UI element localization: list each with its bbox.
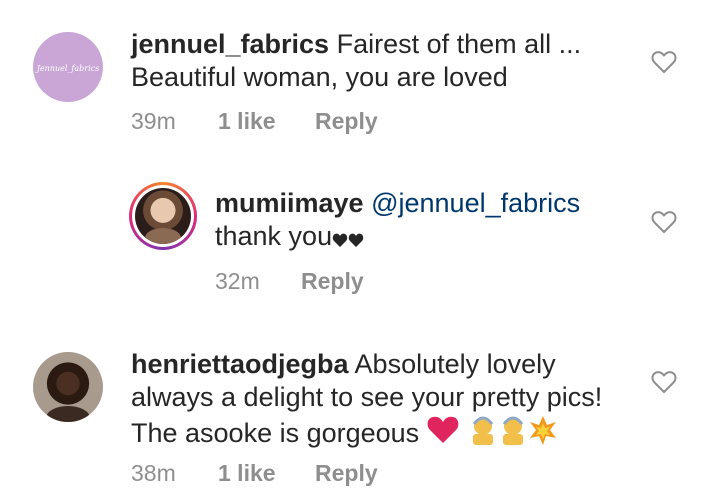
comment-meta: 38m 1 like Reply [131, 460, 431, 488]
avatar-photo-icon [46, 406, 90, 422]
avatar [135, 188, 191, 244]
comment-meta: 39m 1 like Reply [131, 108, 431, 136]
comment-henriettaodjegba: henriettaodjegba Absolutely lovely alway… [0, 330, 720, 501]
comment-body-line: always a delight to see your pretty pics… [131, 382, 603, 412]
avatar[interactable] [33, 352, 103, 422]
likes-count[interactable]: 1 like [218, 108, 276, 135]
mention-link[interactable]: @jennuel_fabrics [371, 188, 580, 218]
emoji-row-icon [427, 416, 556, 445]
avatar-photo-icon [145, 228, 181, 244]
comment-jennuel-fabrics: Jennuel_fabrics jennuel_fabrics Fairest … [0, 0, 720, 150]
red-heart-emoji-icon [427, 416, 459, 443]
comment-body-line: The asooke is gorgeous [131, 418, 420, 448]
comment-body-line: Beautiful woman, you are loved [131, 62, 508, 92]
reply-button[interactable]: Reply [315, 460, 378, 487]
avatar[interactable]: Jennuel_fabrics [33, 32, 103, 102]
svg-text:Jennuel_fabrics: Jennuel_fabrics [35, 64, 100, 73]
black-heart-emoji-icon [332, 233, 364, 247]
comment-body-line: Fairest of them all ... [336, 29, 582, 59]
comment-text: jennuel_fabrics Fairest of them all ... … [131, 28, 651, 94]
comment-time: 32m [215, 268, 260, 294]
comment-body-line: Absolutely lovely [354, 349, 556, 379]
reply-button[interactable]: Reply [315, 108, 378, 135]
reply-button[interactable]: Reply [301, 268, 364, 295]
comment-username[interactable]: henriettaodjegba [131, 349, 349, 379]
comment-text: henriettaodjegba Absolutely lovely alway… [131, 348, 651, 450]
heart-outline-icon[interactable] [651, 370, 677, 394]
heart-outline-icon[interactable] [651, 50, 677, 74]
story-ring[interactable] [129, 182, 197, 250]
comment-username[interactable]: mumiimaye [215, 188, 364, 218]
comment-body-line: thank you [215, 221, 333, 251]
comment-text: mumiimaye @jennuel_fabrics thank you [215, 187, 645, 253]
comment-mumiimaye: mumiimaye @jennuel_fabrics thank you 32m… [0, 160, 720, 320]
comment-time: 38m [131, 460, 176, 486]
comment-time: 39m [131, 108, 176, 134]
comment-meta: 32m Reply [215, 268, 415, 296]
bride-emoji-icon [502, 416, 523, 445]
collision-emoji-icon [529, 416, 556, 445]
comment-username[interactable]: jennuel_fabrics [131, 29, 329, 59]
likes-count[interactable]: 1 like [218, 460, 276, 487]
avatar-logo-icon: Jennuel_fabrics [35, 64, 100, 73]
heart-outline-icon[interactable] [651, 210, 677, 234]
bride-emoji-icon [472, 416, 493, 445]
